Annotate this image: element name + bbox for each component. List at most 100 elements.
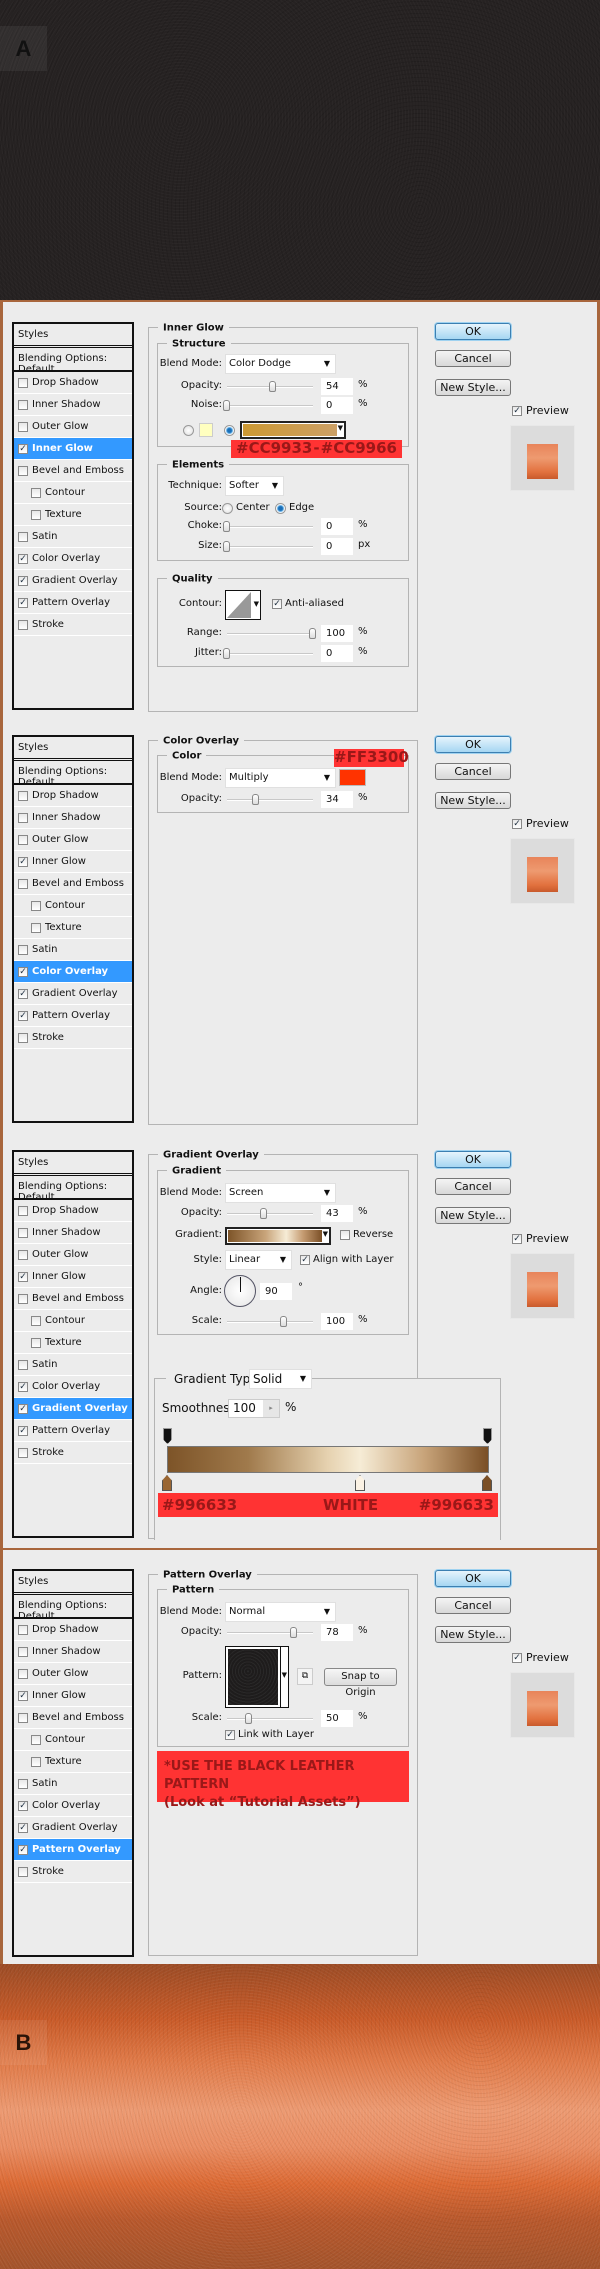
smoothness-input[interactable]: 100 ▸ (228, 1399, 280, 1418)
slider-thumb[interactable] (223, 400, 230, 411)
style-item-color-overlay[interactable]: ✓ Color Overlay (14, 1795, 132, 1817)
styles-header[interactable]: Styles (14, 1152, 132, 1176)
noise-slider[interactable] (223, 400, 313, 411)
style-item-gradient-overlay[interactable]: ✓ Gradient Overlay (14, 1398, 132, 1420)
styles-header[interactable]: Styles (14, 1571, 132, 1595)
cancel-button[interactable]: Cancel (435, 1178, 511, 1195)
style-item-contour[interactable]: Contour (14, 482, 132, 504)
style-checkbox[interactable]: ✓ (18, 1271, 28, 1282)
gradient-type-dropdown[interactable]: Solid ▼ (249, 1369, 312, 1389)
style-item-satin[interactable]: Satin (14, 1354, 132, 1376)
gradient-bar[interactable] (167, 1446, 489, 1473)
style-dropdown[interactable]: Linear ▼ (225, 1250, 292, 1270)
style-item-outer-glow[interactable]: Outer Glow (14, 1244, 132, 1266)
style-checkbox[interactable] (31, 1315, 41, 1326)
jitter-input[interactable]: 0 (321, 645, 353, 662)
style-item-drop-shadow[interactable]: Drop Shadow (14, 1200, 132, 1222)
blend-mode-dropdown[interactable]: Multiply ▼ (225, 768, 336, 788)
style-item-outer-glow[interactable]: Outer Glow (14, 416, 132, 438)
chevron-right-icon[interactable]: ▸ (263, 1400, 279, 1417)
source-center-radio[interactable] (222, 503, 233, 514)
scale-slider[interactable] (227, 1713, 313, 1724)
style-item-bevel-and-emboss[interactable]: Bevel and Emboss (14, 1707, 132, 1729)
style-checkbox[interactable] (31, 487, 41, 498)
choke-input[interactable]: 0 (321, 518, 353, 535)
style-checkbox[interactable] (18, 944, 28, 955)
style-item-outer-glow[interactable]: Outer Glow (14, 1663, 132, 1685)
style-item-drop-shadow[interactable]: Drop Shadow (14, 1619, 132, 1641)
style-checkbox[interactable] (18, 790, 28, 801)
blend-mode-dropdown[interactable]: Normal ▼ (225, 1602, 336, 1622)
scale-input[interactable]: 100 (321, 1313, 353, 1330)
style-checkbox[interactable] (18, 1205, 28, 1216)
size-slider[interactable] (223, 541, 313, 552)
style-item-inner-glow[interactable]: ✓ Inner Glow (14, 851, 132, 873)
style-item-texture[interactable]: Texture (14, 1751, 132, 1773)
size-input[interactable]: 0 (321, 538, 353, 555)
slider-thumb[interactable] (269, 381, 277, 392)
style-checkbox[interactable] (18, 1032, 28, 1043)
overlay-color-swatch[interactable] (339, 769, 366, 786)
ok-button[interactable]: OK (435, 323, 511, 340)
style-item-pattern-overlay[interactable]: ✓ Pattern Overlay (14, 1005, 132, 1027)
style-item-texture[interactable]: Texture (14, 1332, 132, 1354)
style-checkbox[interactable] (18, 1293, 28, 1304)
style-checkbox[interactable] (18, 619, 28, 630)
style-item-inner-glow[interactable]: ✓ Inner Glow (14, 1266, 132, 1288)
angle-input[interactable]: 90 (260, 1283, 292, 1300)
styles-header[interactable]: Styles (14, 324, 132, 348)
slider-thumb[interactable] (223, 648, 230, 659)
blending-options[interactable]: Blending Options: Default (14, 761, 132, 788)
style-checkbox[interactable]: ✓ (18, 1381, 28, 1392)
preview-checkbox[interactable]: ✓ (512, 1653, 522, 1663)
style-checkbox[interactable] (18, 1447, 28, 1458)
preview-checkbox[interactable]: ✓ (512, 1234, 522, 1244)
anti-aliased-checkbox[interactable]: ✓ (272, 599, 282, 609)
style-item-color-overlay[interactable]: ✓ Color Overlay (14, 961, 132, 983)
slider-thumb[interactable] (309, 628, 316, 639)
style-checkbox[interactable]: ✓ (18, 553, 28, 564)
style-item-inner-shadow[interactable]: Inner Shadow (14, 1641, 132, 1663)
style-checkbox[interactable]: ✓ (18, 1800, 28, 1811)
style-checkbox[interactable] (18, 1668, 28, 1679)
new-style-button[interactable]: New Style... (435, 1207, 511, 1224)
slider-thumb[interactable] (223, 521, 230, 532)
opacity-slider[interactable] (227, 1627, 313, 1638)
style-item-color-overlay[interactable]: ✓ Color Overlay (14, 548, 132, 570)
style-item-satin[interactable]: Satin (14, 939, 132, 961)
new-style-button[interactable]: New Style... (435, 1626, 511, 1643)
style-item-contour[interactable]: Contour (14, 895, 132, 917)
range-input[interactable]: 100 (321, 625, 353, 642)
style-item-inner-glow[interactable]: ✓ Inner Glow (14, 1685, 132, 1707)
style-checkbox[interactable]: ✓ (18, 1425, 28, 1436)
style-checkbox[interactable]: ✓ (18, 597, 28, 608)
style-checkbox[interactable] (18, 1359, 28, 1370)
style-item-stroke[interactable]: Stroke (14, 614, 132, 636)
snap-to-origin-button[interactable]: Snap to Origin (324, 1668, 397, 1698)
scale-input[interactable]: 50 (321, 1710, 353, 1727)
style-item-satin[interactable]: Satin (14, 526, 132, 548)
opacity-slider[interactable] (227, 381, 313, 392)
new-style-button[interactable]: New Style... (435, 792, 511, 809)
style-item-texture[interactable]: Texture (14, 504, 132, 526)
style-checkbox[interactable] (18, 531, 28, 542)
style-checkbox[interactable]: ✓ (18, 856, 28, 867)
style-checkbox[interactable] (18, 878, 28, 889)
style-checkbox[interactable]: ✓ (18, 1690, 28, 1701)
style-checkbox[interactable]: ✓ (18, 1822, 28, 1833)
style-item-bevel-and-emboss[interactable]: Bevel and Emboss (14, 873, 132, 895)
angle-dial[interactable] (224, 1275, 256, 1307)
jitter-slider[interactable] (223, 648, 313, 659)
style-checkbox[interactable] (18, 1646, 28, 1657)
style-item-stroke[interactable]: Stroke (14, 1027, 132, 1049)
pattern-picker[interactable]: ▼ (225, 1646, 289, 1708)
style-item-bevel-and-emboss[interactable]: Bevel and Emboss (14, 1288, 132, 1310)
opacity-input[interactable]: 34 (321, 791, 353, 808)
contour-picker[interactable]: ▼ (225, 590, 261, 620)
align-with-layer-checkbox[interactable]: ✓ (300, 1255, 310, 1265)
solid-color-swatch[interactable] (199, 423, 213, 437)
cancel-button[interactable]: Cancel (435, 1597, 511, 1614)
ok-button[interactable]: OK (435, 1151, 511, 1168)
blend-mode-dropdown[interactable]: Color Dodge ▼ (225, 354, 336, 374)
style-item-inner-glow[interactable]: ✓ Inner Glow (14, 438, 132, 460)
